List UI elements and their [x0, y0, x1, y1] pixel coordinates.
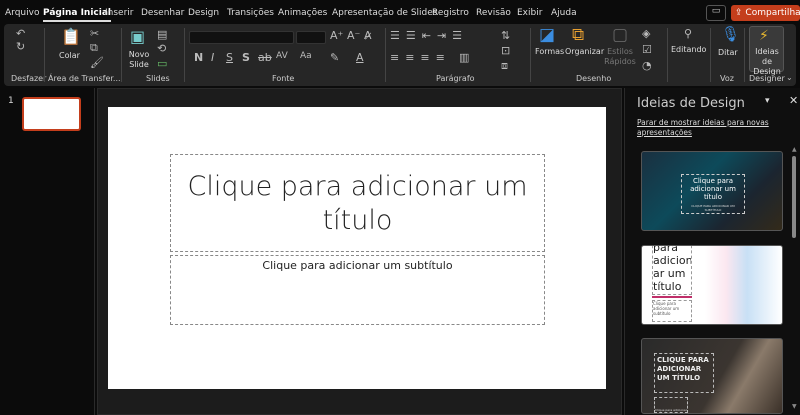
scrollbar[interactable]: ▲ ▼ — [792, 146, 797, 410]
dictate-button[interactable]: Ditar — [718, 48, 738, 57]
columns-icon[interactable]: ▥ — [459, 52, 469, 63]
font-size-input[interactable] — [296, 31, 326, 44]
shadow-button[interactable]: S — [242, 52, 250, 63]
slide-thumbnail[interactable] — [22, 97, 81, 131]
tab-inserir[interactable]: Inserir — [105, 8, 134, 18]
bold-button[interactable]: N — [194, 52, 203, 63]
font-name-input[interactable] — [189, 31, 294, 44]
tab-transicoes[interactable]: Transições — [227, 8, 274, 18]
strikethrough-icon[interactable]: ab — [258, 52, 272, 63]
thumbnail-pane: 1 — [0, 88, 95, 415]
close-icon[interactable]: ✕ — [789, 94, 798, 107]
shape-effects-icon[interactable]: ◔ — [642, 60, 652, 71]
align-text-icon[interactable]: ⊡ — [501, 45, 510, 56]
tab-desenhar[interactable]: Desenhar — [141, 8, 184, 18]
shrink-font-icon[interactable]: A⁻ — [347, 30, 360, 41]
design-ideas-button[interactable]: ⚡ Ideias de Design — [749, 26, 784, 76]
cut-icon[interactable]: ✂ — [90, 28, 99, 39]
arrange-button[interactable]: Organizar — [565, 47, 604, 56]
stop-showing-link[interactable]: Parar de mostrar ideias para novas apres… — [637, 118, 787, 138]
reset-icon[interactable]: ⟲ — [157, 43, 166, 54]
share-icon: ⇪ — [735, 8, 743, 18]
section-icon[interactable]: ▭ — [157, 58, 167, 69]
highlight-icon[interactable]: ✎ — [330, 52, 339, 63]
tab-arquivo[interactable]: Arquivo — [5, 8, 39, 18]
new-slide-button[interactable]: Novo Slide — [126, 50, 152, 70]
redo-icon[interactable]: ↻ — [16, 41, 25, 52]
paste-icon[interactable]: 📋 — [61, 29, 81, 45]
share-button[interactable]: ⇪ Compartilhar — [731, 5, 800, 21]
format-painter-icon[interactable]: 🖌 — [90, 57, 104, 68]
group-label-clipboard: Área de Transfer... — [48, 74, 121, 83]
quick-styles-button[interactable]: Estilos Rápidos — [602, 47, 638, 67]
shapes-icon[interactable]: ◪ — [539, 27, 555, 44]
card-title: para adicion ar um título — [652, 246, 692, 295]
tab-animacoes[interactable]: Animações — [278, 8, 327, 18]
smartart-icon[interactable]: ⧈ — [501, 60, 508, 71]
subtitle-placeholder[interactable]: Clique para adicionar um subtítulo — [170, 255, 545, 325]
quick-styles-icon[interactable]: ▢ — [612, 27, 628, 44]
paste-button[interactable]: Colar — [59, 51, 80, 60]
layout-icon[interactable]: ▤ — [157, 29, 167, 40]
menu-bar: Arquivo Página Inicial Inserir Desenhar … — [0, 0, 800, 24]
pane-options-icon[interactable]: ▾ — [765, 96, 770, 106]
design-ideas-label: Ideias de Design — [753, 47, 781, 76]
card-subtitle: Clique para adicionar um subtítulo — [652, 300, 692, 322]
shape-outline-icon[interactable]: ☑ — [642, 44, 652, 55]
design-idea-card[interactable]: CLIQUE PARA ADICIONAR UM TÍTULO Clique p… — [641, 338, 783, 414]
group-label-undo: Desfazer — [11, 74, 47, 83]
design-idea-card[interactable]: para adicion ar um título Clique para ad… — [641, 245, 783, 325]
design-ideas-icon: ⚡ — [759, 28, 769, 44]
font-color-icon[interactable]: A — [356, 52, 364, 63]
list-icons[interactable]: ☰☰⇤⇥☰ — [390, 30, 468, 41]
group-label-slides: Slides — [146, 74, 170, 83]
tab-revisao[interactable]: Revisão — [476, 8, 511, 18]
group-label-font: Fonte — [272, 74, 295, 83]
new-slide-icon[interactable]: ▣ — [130, 29, 145, 45]
editing-button[interactable]: Editando — [671, 45, 706, 54]
tab-exibir[interactable]: Exibir — [517, 8, 542, 18]
align-icons[interactable]: ≡≡≡≡ — [390, 52, 451, 63]
group-label-designer: Designer — [749, 74, 785, 83]
copy-icon[interactable]: ⧉ — [90, 42, 98, 53]
text-direction-icon[interactable]: ⇅ — [501, 30, 510, 41]
card-subtitle: Clique para adicionar um subtítulo — [654, 397, 688, 413]
search-icon[interactable]: ⚲ — [684, 28, 692, 39]
arrange-icon[interactable]: ⧉ — [572, 27, 584, 44]
group-label-paragraph: Parágrafo — [436, 74, 475, 83]
change-case-button[interactable]: Aa — [300, 52, 312, 61]
tab-registro[interactable]: Registro — [432, 8, 469, 18]
tab-design[interactable]: Design — [188, 8, 219, 18]
share-label: Compartilhar — [745, 8, 800, 18]
pane-title: Ideias de Design — [637, 96, 745, 111]
slide-number: 1 — [8, 96, 14, 106]
group-label-drawing: Desenho — [576, 74, 612, 83]
slide-canvas: Clique para adicionar um título Clique p… — [108, 107, 606, 389]
title-placeholder[interactable]: Clique para adicionar um título — [170, 154, 545, 252]
shapes-button[interactable]: Formas — [535, 47, 564, 56]
card-subtitle: CLIQUE PARA ADICIONAR UM SUBTÍTULO — [691, 204, 735, 212]
undo-icon[interactable]: ↶ — [16, 28, 25, 39]
underline-button[interactable]: S — [226, 52, 233, 63]
tab-ajuda[interactable]: Ajuda — [551, 8, 577, 18]
comment-icon[interactable]: ▭ — [706, 5, 726, 21]
grow-font-icon[interactable]: A⁺ — [330, 30, 343, 41]
shape-fill-icon[interactable]: ◈ — [642, 28, 650, 39]
ribbon-collapse-icon[interactable]: ⌄ — [786, 74, 793, 82]
char-spacing-button[interactable]: AV — [276, 52, 288, 61]
card-title: CLIQUE PARA ADICIONAR UM TÍTULO — [654, 353, 714, 393]
design-idea-card[interactable]: Clique para adicionar um título CLIQUE P… — [641, 151, 783, 231]
tab-apresentacao[interactable]: Apresentação de Slides — [332, 8, 437, 18]
clear-format-icon[interactable]: A̷ — [364, 30, 372, 41]
tab-pagina-inicial[interactable]: Página Inicial — [43, 8, 111, 22]
italic-button[interactable]: I — [211, 52, 214, 63]
microphone-icon[interactable]: 🎙 — [721, 27, 740, 42]
ribbon: ↶ ↻ Desfazer 📋 Colar ✂ ⧉ 🖌 Área de Trans… — [4, 24, 796, 86]
group-label-voice: Voz — [720, 74, 734, 83]
